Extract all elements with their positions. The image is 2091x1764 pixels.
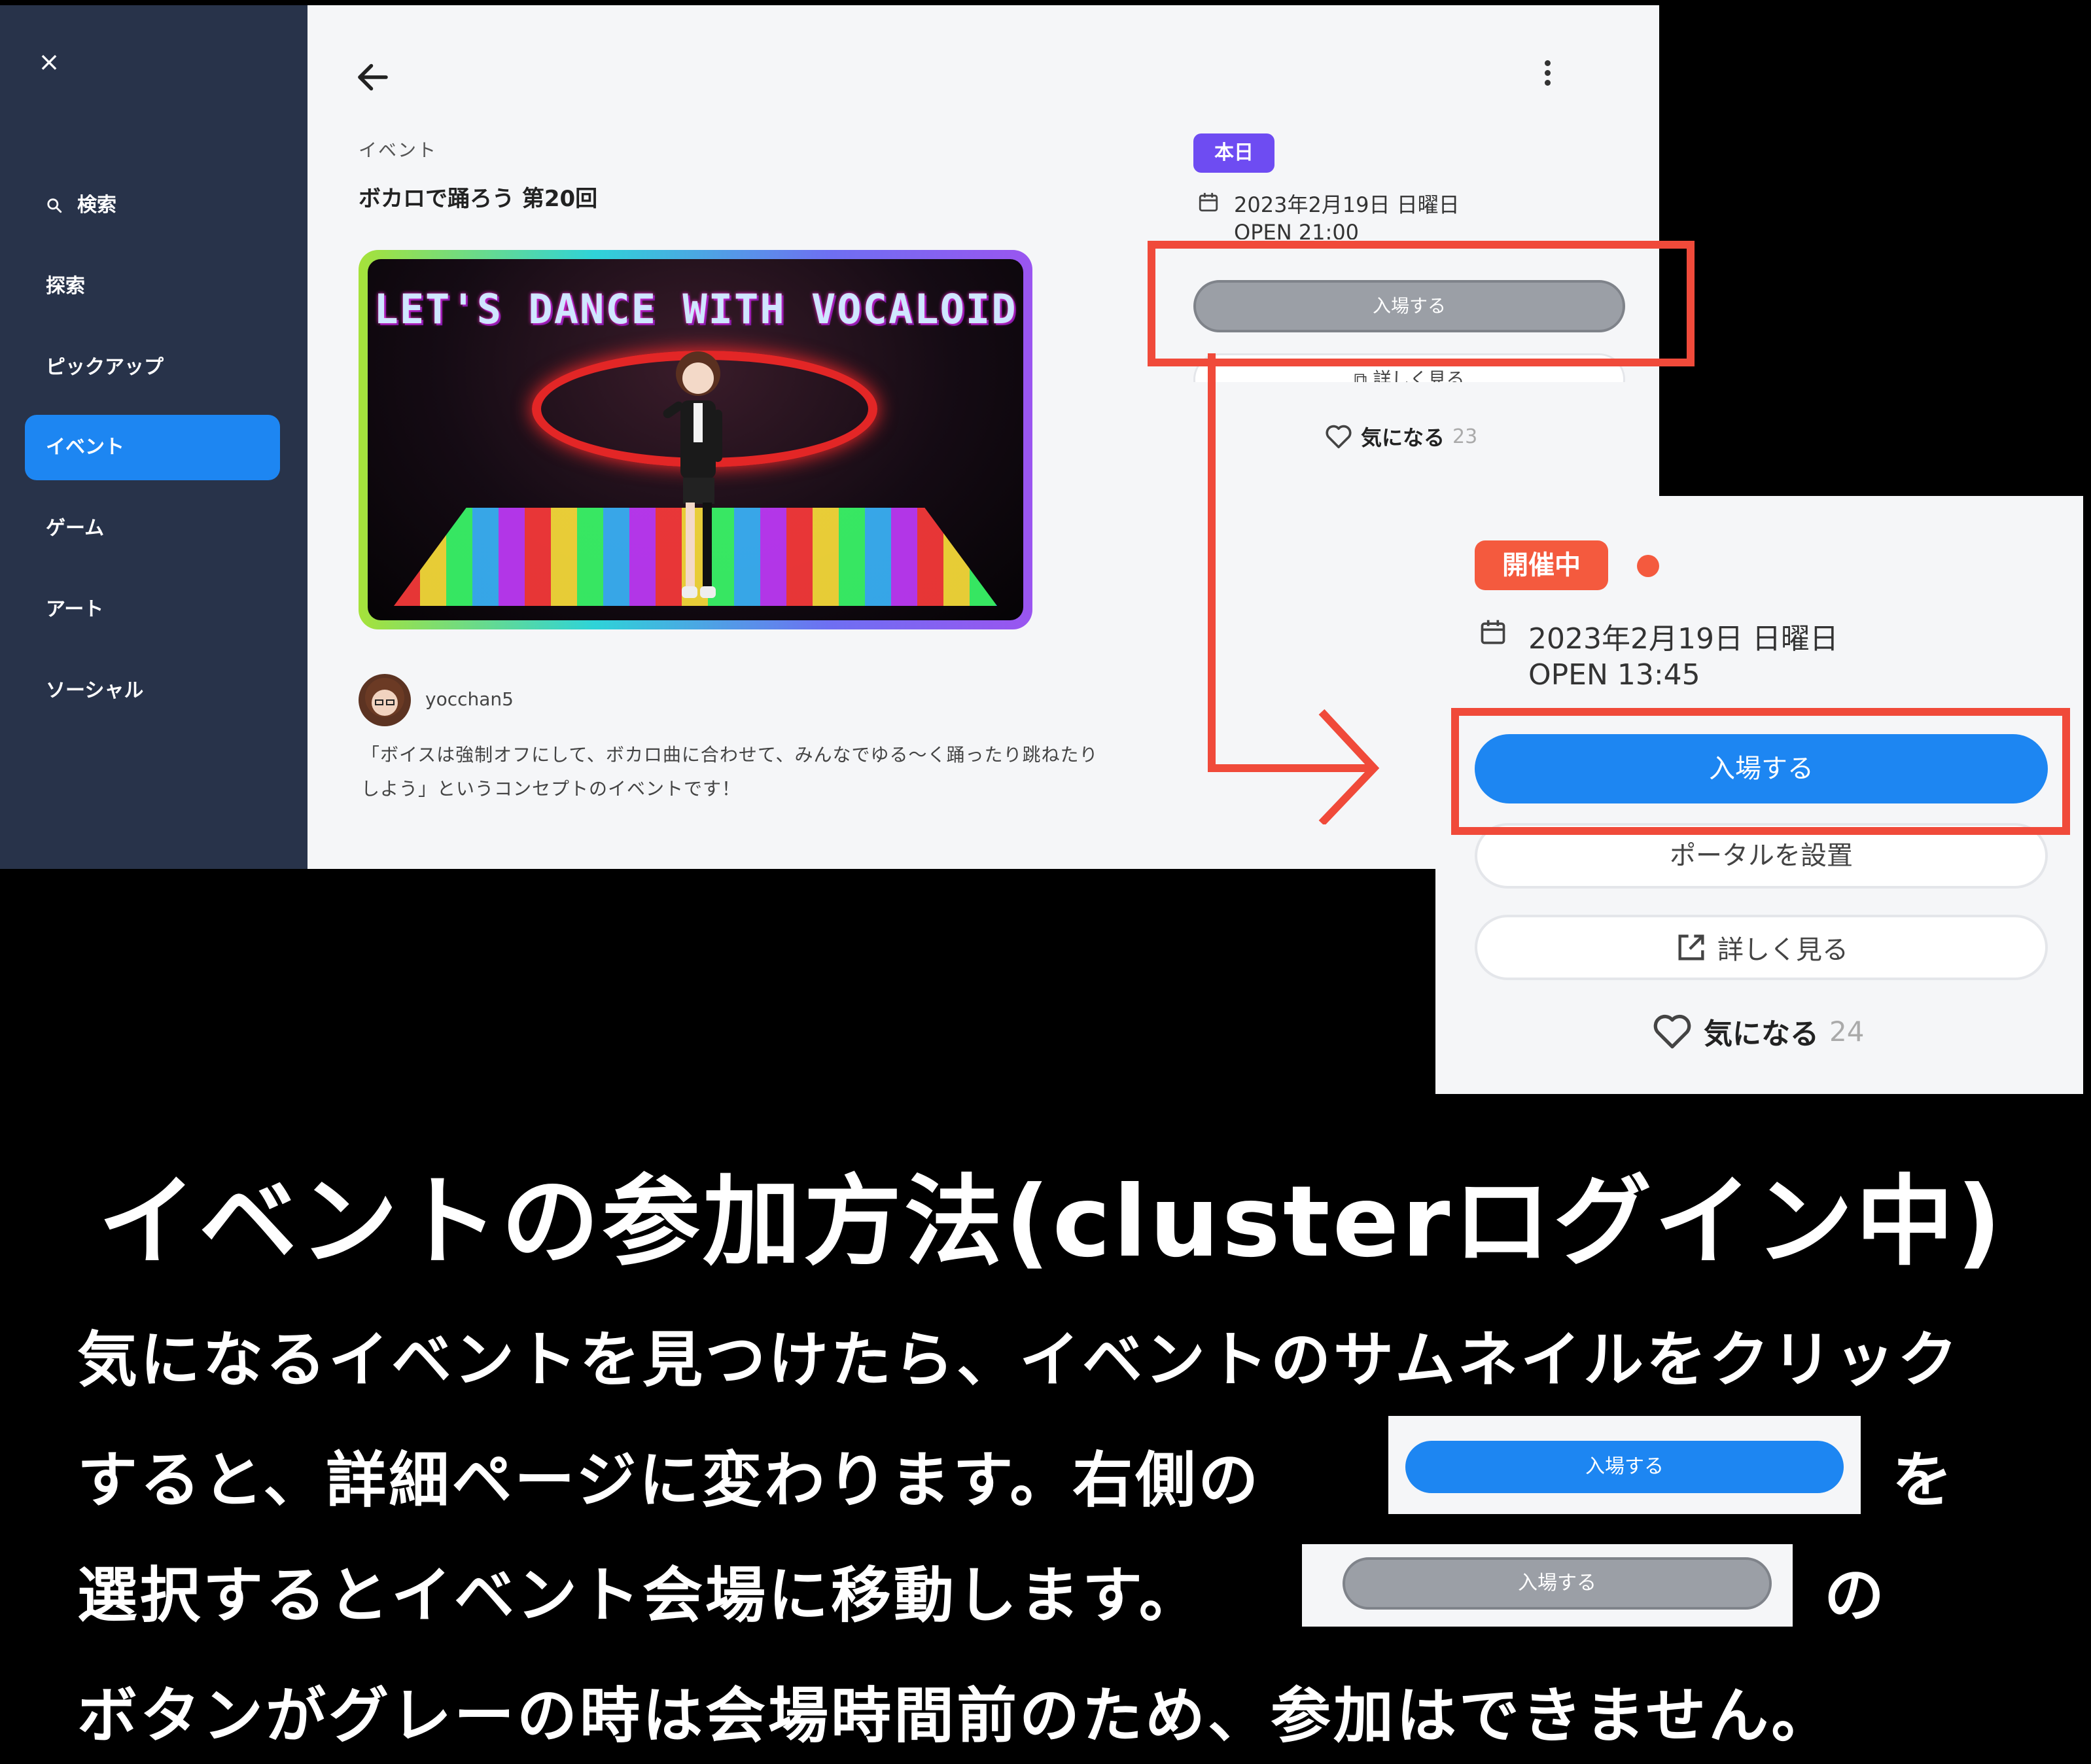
sidebar-item-explore[interactable]: 探索 <box>25 254 280 319</box>
search-icon <box>47 198 62 213</box>
favorite-count: 24 <box>1829 1015 1865 1048</box>
guide-text-line: すると、詳細ページに変わります。右側の <box>77 1445 1261 1515</box>
external-link-icon <box>1678 934 1704 961</box>
favorite-label: 気になる <box>1704 1017 1819 1051</box>
event-title: ボカロで踊ろう 第20回 <box>359 186 598 212</box>
thumbnail-title: LET'S DANCE WITH VOCALOID <box>374 285 1017 333</box>
sample-button-label: 入場する <box>1405 1441 1844 1493</box>
event-description: 「ボイスは強制オフにして、ボカロ曲に合わせて、みんなでゆる〜く踊ったり跳ねたり … <box>361 738 1159 806</box>
event-date: 2023年2月19日 日曜日 <box>1234 192 1460 217</box>
heart-icon <box>1653 1014 1691 1049</box>
favorite-count: 23 <box>1452 425 1478 448</box>
highlight-frame-enter <box>1451 708 2070 835</box>
sample-enter-button-gray: 入場する <box>1302 1544 1793 1627</box>
sample-button-label: 入場する <box>1343 1557 1772 1610</box>
back-arrow-icon[interactable] <box>353 58 393 97</box>
guide-text-line: 選択するとイベント会場に移動します。 <box>77 1561 1202 1631</box>
sidebar-item-label: 検索 <box>77 194 116 217</box>
guide-heading: イベントの参加方法(clusterログイン中) <box>98 1165 2004 1279</box>
event-category: イベント <box>359 139 438 161</box>
sidebar-item-events[interactable]: イベント <box>25 415 280 480</box>
sample-enter-button-blue: 入場する <box>1388 1416 1861 1514</box>
event-detail-screen: × 検索 探索 ピックアップ イベント ゲーム アート ソーシャル イベント ボ… <box>0 5 1659 869</box>
sidebar-item-games[interactable]: ゲーム <box>25 496 280 561</box>
highlight-frame-disabled <box>1148 241 1695 366</box>
thumbnail-image: LET'S DANCE WITH VOCALOID <box>368 259 1023 620</box>
author-name[interactable]: yocchan5 <box>425 688 514 710</box>
guide-text-line: ボタンがグレーの時は会場時間前のため、参加はできません。 <box>77 1681 1835 1751</box>
sidebar: × 検索 探索 ピックアップ イベント ゲーム アート ソーシャル <box>0 5 308 869</box>
open-time: OPEN 13:45 <box>1528 658 1700 692</box>
sidebar-item-art[interactable]: アート <box>25 577 280 643</box>
guide-text-line: を <box>1892 1445 1956 1515</box>
detail-button-label: 詳しく見る <box>1717 935 1848 965</box>
sidebar-item-social[interactable]: ソーシャル <box>25 658 280 724</box>
today-badge: 本日 <box>1193 133 1274 173</box>
event-date: 2023年2月19日 日曜日 <box>1528 622 1838 656</box>
open-time: OPEN 21:00 <box>1234 220 1360 239</box>
description-line: しよう」というコンセプトのイベントです！ <box>361 778 741 800</box>
event-thumbnail[interactable]: LET'S DANCE WITH VOCALOID <box>359 250 1032 629</box>
live-badge: 開催中 <box>1475 540 1608 590</box>
calendar-icon <box>1481 620 1505 644</box>
calendar-icon <box>1199 192 1218 212</box>
close-icon[interactable]: × <box>38 49 60 75</box>
author-avatar[interactable] <box>359 674 411 726</box>
live-dot-icon <box>1637 555 1659 577</box>
guide-text-line: 気になるイベントを見つけたら、イベントのサムネイルをクリック <box>77 1325 1961 1395</box>
avatar-figure <box>663 351 722 598</box>
more-menu-icon[interactable] <box>1534 56 1560 96</box>
guide-text-line: の <box>1824 1561 1888 1631</box>
arrow-connector <box>1208 353 1380 824</box>
detail-button[interactable]: 詳しく見る <box>1475 915 2048 980</box>
description-line: 「ボイスは強制オフにして、ボカロ曲に合わせて、みんなでゆる〜く踊ったり跳ねたり <box>361 744 1098 766</box>
sidebar-item-search[interactable]: 検索 <box>25 173 280 238</box>
favorite-button[interactable]: 気になる 24 <box>1651 1010 1864 1052</box>
sidebar-item-pickup[interactable]: ピックアップ <box>25 335 280 400</box>
author-avatar-image <box>365 678 404 717</box>
